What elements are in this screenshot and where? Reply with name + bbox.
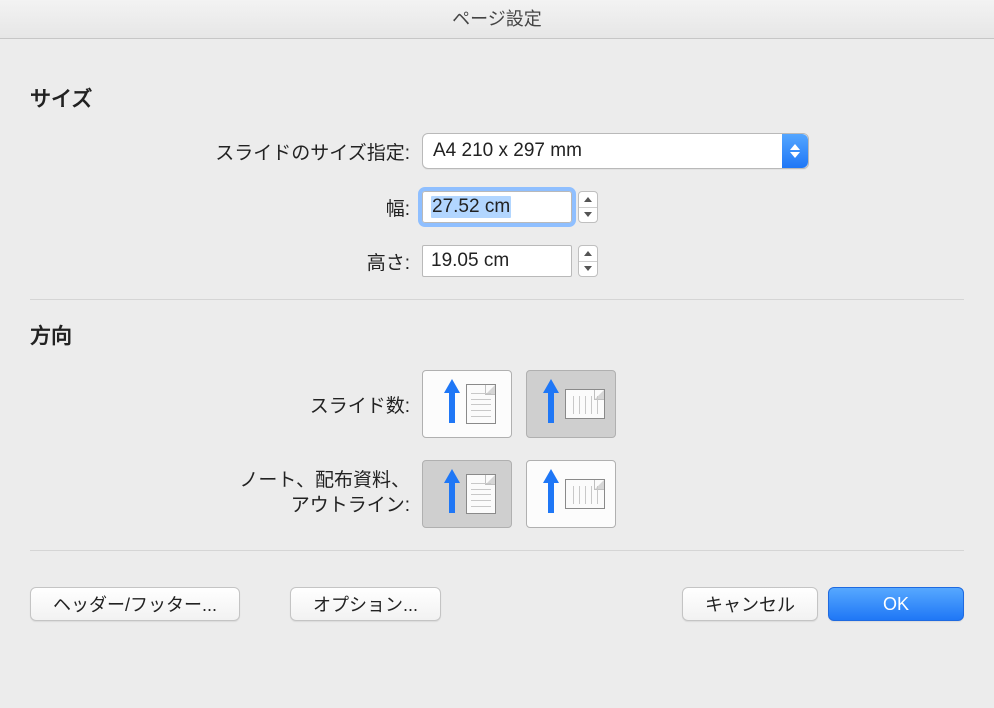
header-footer-button[interactable]: ヘッダー/フッター... [30,587,240,621]
up-arrow-icon [444,469,460,519]
up-arrow-icon [444,379,460,429]
landscape-page-icon [565,389,605,419]
section-divider [30,299,964,300]
stepper-up-icon[interactable] [579,246,597,262]
ok-button[interactable]: OK [828,587,964,621]
width-value: 27.52 cm [431,196,511,218]
width-input[interactable]: 27.52 cm [422,191,572,223]
slides-landscape-button[interactable] [526,370,616,438]
height-value: 19.05 cm [431,250,509,272]
cancel-button[interactable]: キャンセル [682,587,818,621]
notes-orientation-label: ノート、配布資料、 アウトライン: [30,469,422,518]
slides-orientation-label: スライド数: [30,391,422,418]
stepper-up-icon[interactable] [579,192,597,208]
dialog-titlebar: ページ設定 [0,0,994,39]
section-divider [30,550,964,551]
slides-portrait-button[interactable] [422,370,512,438]
width-stepper[interactable] [578,191,598,223]
height-stepper[interactable] [578,245,598,277]
up-arrow-icon [543,469,559,519]
options-button[interactable]: オプション... [290,587,441,621]
height-label: 高さ: [30,248,422,275]
notes-landscape-button[interactable] [526,460,616,528]
select-stepper-icon [782,134,808,168]
height-input[interactable]: 19.05 cm [422,245,572,277]
portrait-page-icon [466,384,496,424]
size-section-title: サイズ [30,83,964,113]
portrait-page-icon [466,474,496,514]
landscape-page-icon [565,479,605,509]
slide-size-label: スライドのサイズ指定: [30,138,422,165]
stepper-down-icon[interactable] [579,208,597,223]
slide-size-select[interactable]: A4 210 x 297 mm [422,133,809,169]
stepper-down-icon[interactable] [579,262,597,277]
width-label: 幅: [30,194,422,221]
dialog-title: ページ設定 [452,9,542,29]
orientation-section-title: 方向 [30,320,964,350]
notes-portrait-button[interactable] [422,460,512,528]
up-arrow-icon [543,379,559,429]
slide-size-value: A4 210 x 297 mm [433,140,582,162]
